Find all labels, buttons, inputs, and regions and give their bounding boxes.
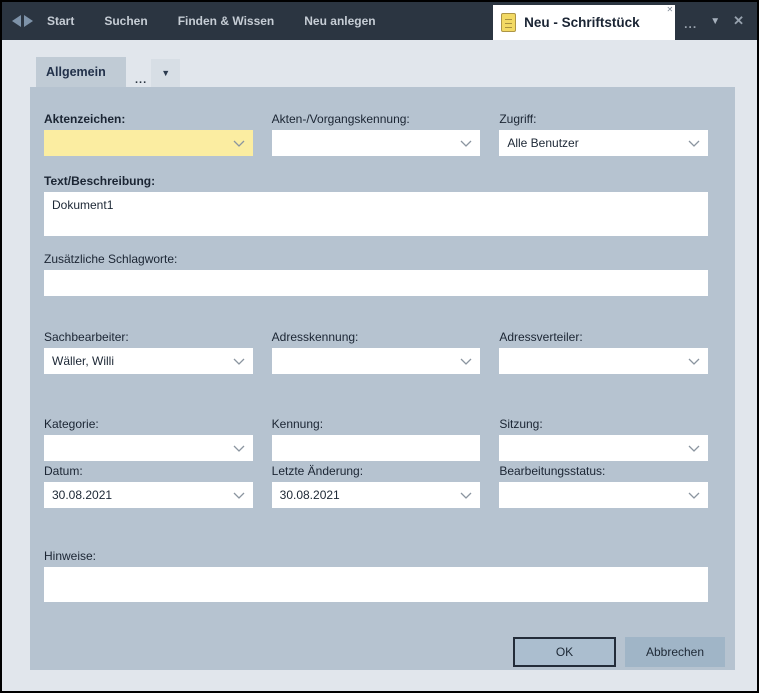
chevron-down-icon bbox=[233, 445, 245, 452]
tab-suchen[interactable]: Suchen bbox=[104, 14, 147, 28]
field-sachbearbeiter: Sachbearbeiter: Wäller, Willi bbox=[44, 330, 253, 374]
chevron-down-icon bbox=[460, 358, 472, 365]
field-adressverteiler: Adressverteiler: bbox=[499, 330, 708, 374]
ok-button[interactable]: OK bbox=[513, 637, 616, 667]
field-zugriff: Zugriff: Alle Benutzer bbox=[499, 112, 708, 156]
field-schlagworte: Zusätzliche Schlagworte: bbox=[44, 252, 708, 296]
field-text-beschreibung: Text/Beschreibung: Dokument1 bbox=[44, 174, 708, 236]
hinweise-textarea[interactable] bbox=[44, 567, 708, 602]
form-row-3: Kategorie: Kennung: Sitzung: bbox=[44, 417, 708, 461]
zugriff-dropdown[interactable]: Alle Benutzer bbox=[499, 130, 708, 156]
form-panel: Aktenzeichen: Akten-/Vorgangskennung: Zu… bbox=[30, 87, 735, 670]
app-window: { "topbar": { "tabs": ["Start", "Suchen"… bbox=[0, 0, 759, 693]
tab-strip-dropdown-icon[interactable]: ▼ bbox=[151, 59, 180, 87]
bearbeitungsstatus-label: Bearbeitungsstatus: bbox=[499, 464, 708, 478]
form-row-1: Aktenzeichen: Akten-/Vorgangskennung: Zu… bbox=[44, 112, 708, 156]
chevron-down-icon bbox=[688, 445, 700, 452]
active-document-tab[interactable]: Neu - Schriftstück ✕ bbox=[493, 5, 675, 40]
chevron-down-icon bbox=[688, 140, 700, 147]
schlagworte-label: Zusätzliche Schlagworte: bbox=[44, 252, 708, 266]
tab-allgemein[interactable]: Allgemein bbox=[36, 57, 126, 87]
hinweise-label: Hinweise: bbox=[44, 549, 708, 563]
top-tab-bar: Start Suchen Finden & Wissen Neu anlegen… bbox=[2, 2, 757, 40]
zugriff-label: Zugriff: bbox=[499, 112, 708, 126]
kennung-input[interactable] bbox=[272, 435, 481, 461]
close-icon[interactable]: ✕ bbox=[733, 13, 744, 29]
aktenzeichen-dropdown[interactable] bbox=[44, 130, 253, 156]
kategorie-dropdown[interactable] bbox=[44, 435, 253, 461]
forward-icon[interactable] bbox=[24, 15, 33, 27]
datum-label: Datum: bbox=[44, 464, 253, 478]
form-row-4: Datum: 30.08.2021 Letzte Änderung: 30.08… bbox=[44, 464, 708, 508]
field-adresskennung: Adresskennung: bbox=[272, 330, 481, 374]
sachbearbeiter-dropdown[interactable]: Wäller, Willi bbox=[44, 348, 253, 374]
field-vorgangskennung: Akten-/Vorgangskennung: bbox=[272, 112, 481, 156]
text-beschreibung-label: Text/Beschreibung: bbox=[44, 174, 708, 188]
sitzung-dropdown[interactable] bbox=[499, 435, 708, 461]
adressverteiler-label: Adressverteiler: bbox=[499, 330, 708, 344]
chevron-down-icon bbox=[233, 492, 245, 499]
history-nav bbox=[12, 15, 33, 27]
field-kategorie: Kategorie: bbox=[44, 417, 253, 461]
chevron-down-icon bbox=[688, 492, 700, 499]
schlagworte-input[interactable] bbox=[44, 270, 708, 296]
letzte-aenderung-label: Letzte Änderung: bbox=[272, 464, 481, 478]
text-beschreibung-textarea[interactable]: Dokument1 bbox=[44, 192, 708, 236]
field-bearbeitungsstatus: Bearbeitungsstatus: bbox=[499, 464, 708, 508]
field-hinweise: Hinweise: bbox=[44, 549, 708, 602]
kennung-label: Kennung: bbox=[272, 417, 481, 431]
dialog-buttons: OK Abbrechen bbox=[513, 637, 725, 667]
window-controls: ... ▼ ✕ bbox=[675, 11, 757, 31]
form-tab-strip: Allgemein ... ▼ bbox=[36, 57, 757, 87]
field-sitzung: Sitzung: bbox=[499, 417, 708, 461]
sachbearbeiter-label: Sachbearbeiter: bbox=[44, 330, 253, 344]
vorgangskennung-dropdown[interactable] bbox=[272, 130, 481, 156]
chevron-down-icon bbox=[460, 140, 472, 147]
main-menu-tabs: Start Suchen Finden & Wissen Neu anlegen bbox=[47, 14, 376, 28]
adressverteiler-dropdown[interactable] bbox=[499, 348, 708, 374]
adresskennung-dropdown[interactable] bbox=[272, 348, 481, 374]
chevron-down-icon bbox=[233, 140, 245, 147]
field-datum: Datum: 30.08.2021 bbox=[44, 464, 253, 508]
chevron-down-icon bbox=[460, 492, 472, 499]
tab-neu-anlegen[interactable]: Neu anlegen bbox=[304, 14, 375, 28]
tab-finden-wissen[interactable]: Finden & Wissen bbox=[178, 14, 275, 28]
tab-strip-overflow-icon[interactable]: ... bbox=[135, 74, 147, 86]
form-row-2: Sachbearbeiter: Wäller, Willi Adresskenn… bbox=[44, 330, 708, 374]
vorgangskennung-label: Akten-/Vorgangskennung: bbox=[272, 112, 481, 126]
tab-close-icon[interactable]: ✕ bbox=[666, 5, 673, 15]
document-icon bbox=[501, 13, 516, 32]
active-tab-title: Neu - Schriftstück bbox=[524, 15, 640, 30]
kategorie-label: Kategorie: bbox=[44, 417, 253, 431]
adresskennung-label: Adresskennung: bbox=[272, 330, 481, 344]
bearbeitungsstatus-dropdown[interactable] bbox=[499, 482, 708, 508]
field-letzte-aenderung: Letzte Änderung: 30.08.2021 bbox=[272, 464, 481, 508]
tab-list-dropdown-icon[interactable]: ▼ bbox=[710, 16, 720, 27]
letzte-aenderung-dropdown[interactable]: 30.08.2021 bbox=[272, 482, 481, 508]
chevron-down-icon bbox=[233, 358, 245, 365]
aktenzeichen-label: Aktenzeichen: bbox=[44, 112, 253, 126]
chevron-down-icon bbox=[688, 358, 700, 365]
sitzung-label: Sitzung: bbox=[499, 417, 708, 431]
back-icon[interactable] bbox=[12, 15, 21, 27]
datum-dropdown[interactable]: 30.08.2021 bbox=[44, 482, 253, 508]
tab-start[interactable]: Start bbox=[47, 14, 74, 28]
field-kennung: Kennung: bbox=[272, 417, 481, 461]
tab-overflow-icon[interactable]: ... bbox=[684, 17, 697, 31]
field-aktenzeichen: Aktenzeichen: bbox=[44, 112, 253, 156]
cancel-button[interactable]: Abbrechen bbox=[625, 637, 725, 667]
